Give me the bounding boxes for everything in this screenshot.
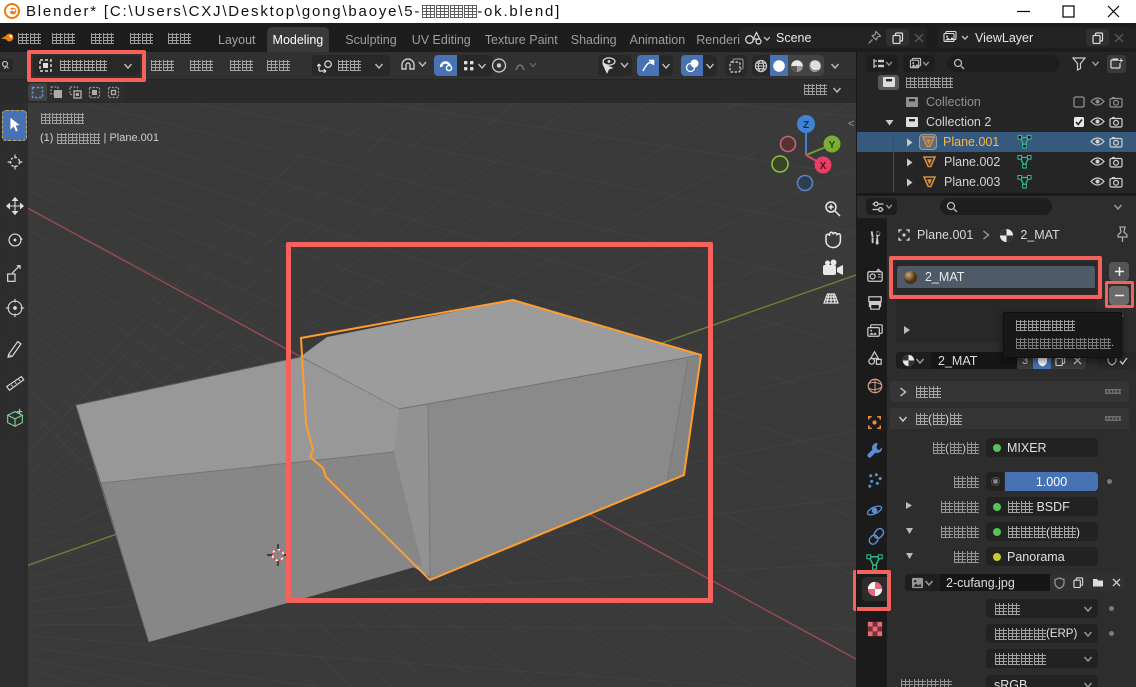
- svg-text:Z: Z: [803, 120, 809, 131]
- svg-text:Y: Y: [829, 140, 836, 151]
- svg-text:X: X: [820, 161, 827, 172]
